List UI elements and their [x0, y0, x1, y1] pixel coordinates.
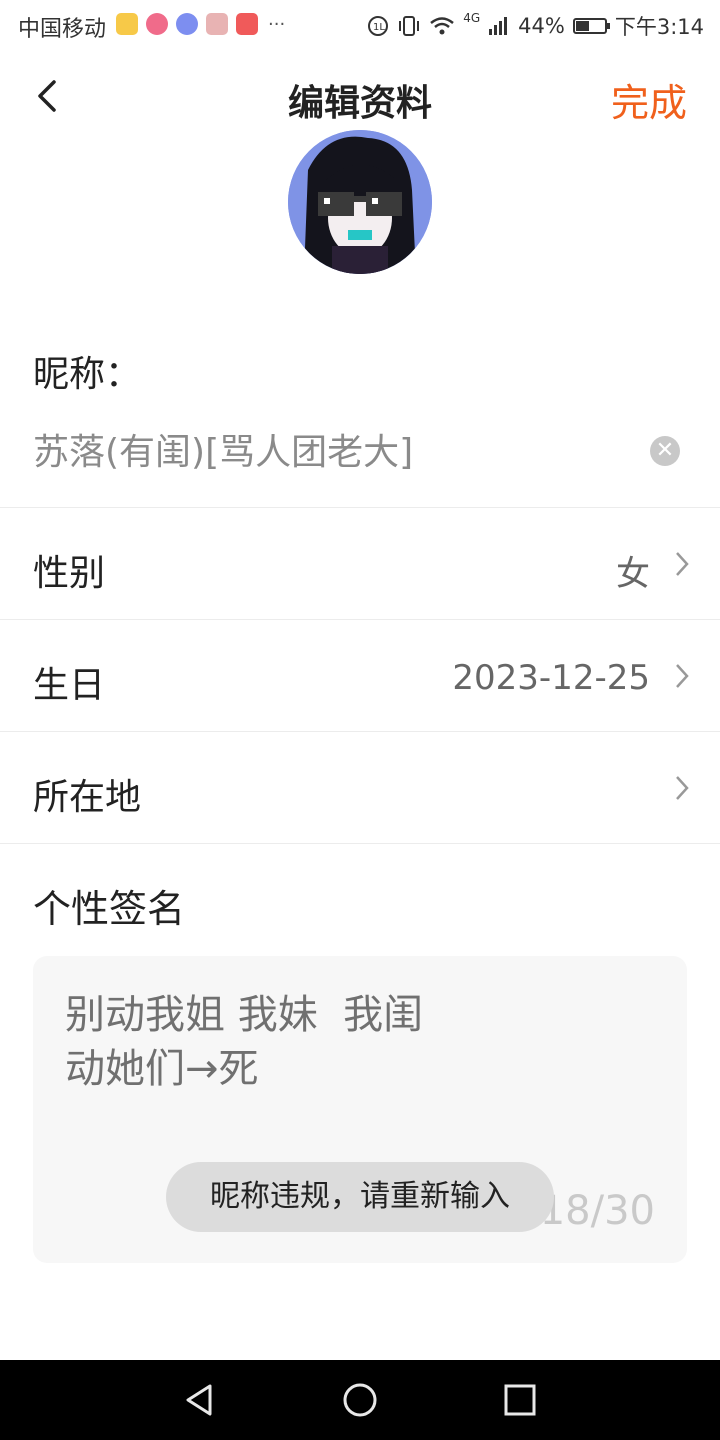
birthday-row[interactable]: 生日 2023-12-25	[0, 619, 720, 732]
nav-back-icon[interactable]	[180, 1380, 220, 1420]
nickname-label: 昵称：	[33, 354, 142, 395]
battery-percent: 44%	[518, 14, 565, 38]
more-notifications-icon: ···	[268, 13, 286, 35]
nav-recents-icon[interactable]	[500, 1380, 540, 1420]
birthday-value: 2023-12-25	[452, 658, 650, 698]
svg-text:1L: 1L	[373, 22, 385, 33]
character-count: 18/30	[539, 1188, 655, 1234]
wifi-icon	[430, 17, 454, 35]
notification-icons: ···	[116, 13, 285, 35]
gender-row[interactable]: 性别 女	[0, 507, 720, 620]
avatar[interactable]	[288, 130, 432, 274]
avatar-image	[288, 130, 432, 274]
nav-home-icon[interactable]	[340, 1380, 380, 1420]
box-app-icon	[206, 13, 228, 35]
location-label: 所在地	[33, 777, 142, 818]
divider	[0, 843, 720, 845]
video-app-icon	[146, 13, 168, 35]
chevron-right-icon	[676, 552, 689, 576]
battery-icon	[572, 18, 610, 34]
clear-icon[interactable]: ✕	[650, 436, 680, 466]
done-button[interactable]: 完成	[611, 72, 687, 127]
location-row[interactable]: 所在地	[0, 731, 720, 844]
system-nav-bar	[0, 1360, 720, 1440]
signature-text[interactable]: 别动我姐 我妹 我闺 动她们→死	[65, 988, 625, 1096]
gender-value: 女	[616, 554, 650, 594]
data-saver-icon: 1L	[368, 16, 389, 36]
clock: 下午3:14	[614, 15, 704, 39]
network-type: 4G	[463, 11, 481, 25]
error-toast: 昵称违规，请重新输入	[166, 1162, 554, 1232]
battery-level	[575, 21, 590, 31]
header: 编辑资料 完成	[0, 50, 720, 142]
nickname-input[interactable]	[33, 428, 633, 469]
vibrate-icon	[399, 16, 420, 36]
signature-label: 个性签名	[33, 887, 186, 931]
music-app-icon	[176, 13, 198, 35]
chevron-right-icon	[676, 664, 689, 688]
notes-app-icon	[116, 13, 138, 35]
gender-label: 性别	[33, 553, 106, 594]
carrier-label: 中国移动	[18, 17, 107, 42]
birthday-label: 生日	[33, 665, 106, 706]
status-bar: 中国移动 ··· 1L 4G 44% 下午3:14	[0, 0, 720, 50]
status-indicators: 1L 4G 44% 下午3:14	[367, 11, 704, 41]
signal-icon	[489, 17, 508, 35]
store-app-icon	[236, 13, 258, 35]
chevron-right-icon	[676, 776, 689, 800]
